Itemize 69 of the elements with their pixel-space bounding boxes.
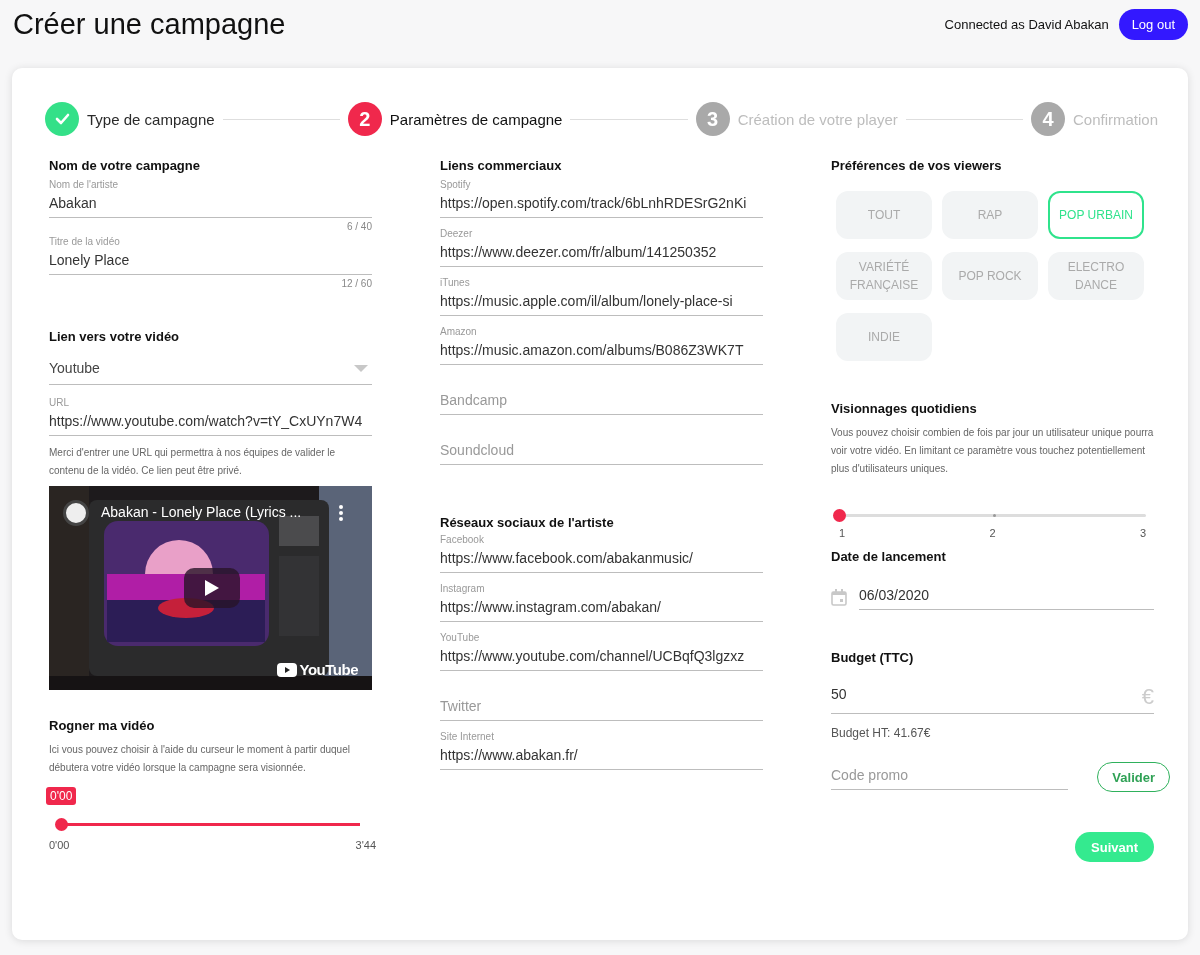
end-time: 3'44 <box>355 839 376 851</box>
field-label: Facebook <box>440 534 485 545</box>
user-label: Connected as David Abakan <box>944 16 1109 32</box>
promo-code-field[interactable]: Code promo <box>831 764 1068 790</box>
step-label: Paramètres de campagne <box>389 110 563 128</box>
input-field[interactable]: https://www.youtube.com/channel/UCBqfQ3lgzxz <box>440 645 763 671</box>
section-heading: Date de lancement <box>831 549 947 564</box>
step-number: 4 <box>1030 102 1065 136</box>
section-heading: Visionnages quotidiens <box>831 401 978 416</box>
step-label: Type de campagne <box>87 110 215 128</box>
character-counter: 12 / 60 <box>341 278 372 289</box>
field-label: URL <box>49 397 70 408</box>
input-field[interactable]: Bandcamp <box>440 389 763 415</box>
input-field[interactable]: https://www.facebook.com/abakanmusic/ <box>440 547 763 573</box>
help-text: Ici vous pouvez choisir à l'aide du curseur le moment à partir duquel débutera votre vidéo lorsque la campagne sera visionnée. <box>49 743 351 775</box>
input-field[interactable]: Twitter <box>440 695 763 721</box>
tick-label: 3 <box>1139 527 1146 539</box>
platform-dropdown[interactable]: Youtube <box>49 358 372 385</box>
section-heading: Lien vers votre vidéo <box>49 329 181 344</box>
character-counter: 6 / 40 <box>346 221 372 232</box>
section-heading: Nom de votre campagne <box>49 158 201 173</box>
slider-thumb[interactable] <box>55 818 68 831</box>
field-label: Amazon <box>440 326 478 337</box>
start-time: 0'00 <box>49 839 70 851</box>
more-icon <box>338 504 344 522</box>
date-field[interactable]: 06/03/2020 <box>859 584 1154 610</box>
calendar-icon <box>831 588 847 606</box>
play-button[interactable] <box>184 568 240 608</box>
step-label: Confirmation <box>1072 110 1158 128</box>
field-label: Titre de la vidéo <box>49 236 121 247</box>
video-player[interactable]: Abakan - Lonely Place (Lyrics ... YouTube <box>49 486 372 690</box>
section-heading: Préférences de vos viewers <box>831 158 1003 173</box>
input-field[interactable]: https://open.spotify.com/track/6bLnhRDESrG2nKi <box>440 192 763 218</box>
section-heading: Réseaux sociaux de l'artiste <box>440 515 615 530</box>
field-label: iTunes <box>440 277 471 288</box>
tick-label: 1 <box>839 527 846 539</box>
field-label: Nom de l'artiste <box>49 179 120 190</box>
input-field[interactable]: Lonely Place <box>49 249 372 275</box>
budget-ht: Budget HT: 41.67€ <box>831 726 932 740</box>
caret-icon <box>354 364 368 372</box>
input-field[interactable]: https://www.abakan.fr/ <box>440 744 763 770</box>
field-label: Deezer <box>440 228 474 239</box>
section-heading: Rogner ma vidéo <box>49 718 156 733</box>
field-label: YouTube <box>440 632 481 643</box>
tick-label: 2 <box>989 527 996 539</box>
input-field[interactable]: https://www.youtube.com/watch?v=tY_CxUYn7W4 <box>49 410 372 436</box>
input-field[interactable]: https://www.deezer.com/fr/album/141250352 <box>440 241 763 267</box>
page-title: Créer une campagne <box>13 7 286 41</box>
input-field[interactable]: Abakan <box>49 192 372 218</box>
input-field[interactable]: https://music.amazon.com/albums/B086Z3WK7T <box>440 339 763 365</box>
input-field[interactable]: Soundcloud <box>440 439 763 465</box>
input-field[interactable]: https://music.apple.com/il/album/lonely-place-si <box>440 290 763 316</box>
logout-button[interactable]: Log out <box>1118 8 1188 40</box>
field-label: Instagram <box>440 583 486 594</box>
logo-text: YouTube <box>299 661 358 678</box>
section-heading: Liens commerciaux <box>440 158 563 173</box>
step-number: 2 <box>347 102 382 136</box>
help-text: Merci d'entrer une URL qui permettra à nos équipes de valider le contenu de la vidéo. Ce lien peut être privé. <box>49 446 337 478</box>
field-label: Spotify <box>440 179 472 190</box>
slider-thumb[interactable] <box>833 509 846 522</box>
help-text: Vous pouvez choisir combien de fois par jour un utilisateur unique pourra voir votre vidéo. En limitant ce paramètre vous touchez potentiellement plus d'utilisateurs uniques. <box>831 426 1154 476</box>
step-label: Création de votre player <box>737 110 898 128</box>
input-field[interactable]: https://www.instagram.com/abakan/ <box>440 596 763 622</box>
section-heading: Budget (TTC) <box>831 650 915 665</box>
step-number: 3 <box>695 102 730 136</box>
play-icon <box>205 580 219 596</box>
video-title: Abakan - Lonely Place (Lyrics ... <box>101 504 302 520</box>
field-label: Site Internet <box>440 731 495 742</box>
time-tooltip: 0'00 <box>46 787 77 805</box>
